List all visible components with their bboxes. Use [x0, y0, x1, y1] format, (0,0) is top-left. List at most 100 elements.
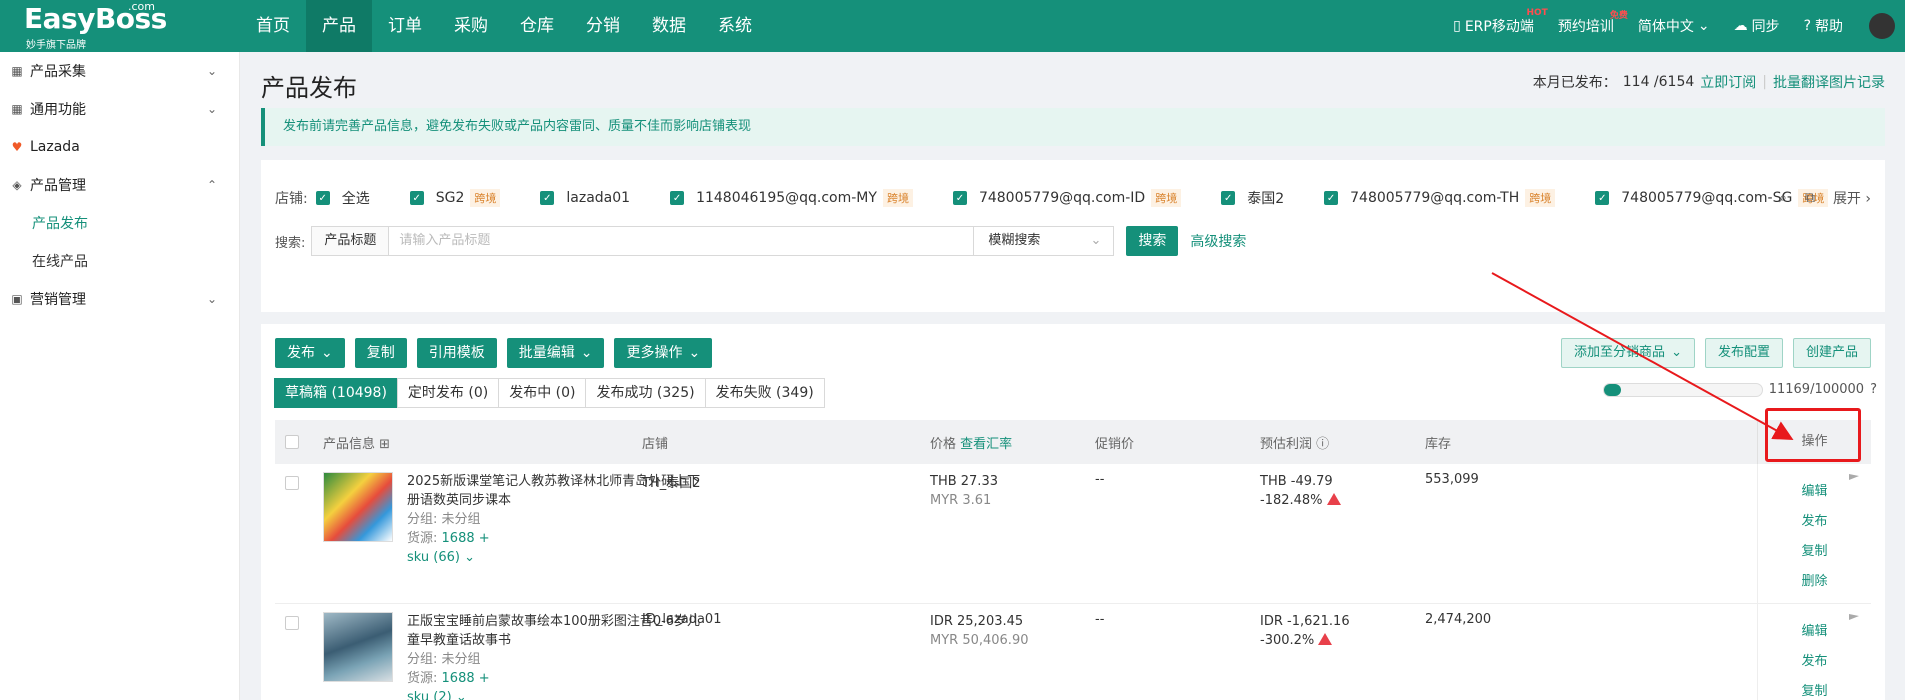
sidebar-item-label: 通用功能	[30, 102, 86, 118]
store-checkbox[interactable]: ✓ 泰国2	[1221, 188, 1284, 208]
more-actions-button[interactable]: 更多操作 ⌄	[614, 338, 713, 368]
edit-button[interactable]: 编辑	[1801, 480, 1827, 499]
chevron-down-icon: ⌄	[1090, 233, 1102, 248]
add-distribution-label: 添加至分销商品	[1574, 345, 1666, 360]
publish-config-button[interactable]: 发布配置	[1704, 338, 1783, 368]
store-checkbox[interactable]: ✓ lazada01	[540, 190, 630, 206]
copy-button[interactable]: 复制	[354, 338, 407, 368]
search-input[interactable]: 请输入产品标题	[389, 226, 975, 256]
sidebar-item-marketing[interactable]: ▣ 营销管理 ⌄	[0, 280, 239, 318]
training-link[interactable]: 预约培训 免费	[1546, 11, 1628, 36]
sidebar-sub-online[interactable]: 在线产品	[0, 242, 239, 280]
store-name: 748005779@qq.com-SG	[1621, 190, 1793, 206]
nav-data[interactable]: 数据	[636, 0, 702, 52]
search-button[interactable]: 搜索	[1126, 226, 1179, 256]
nav-distribution[interactable]: 分销	[570, 0, 636, 52]
select-all-checkbox[interactable]	[285, 435, 299, 453]
store-checkbox[interactable]: ✓ 1148046195@qq.com-MY 跨境	[670, 189, 913, 207]
delete-button[interactable]: 删除	[1801, 570, 1827, 589]
brand-com: .com	[128, 0, 155, 13]
publish-button[interactable]: 发布	[1801, 650, 1827, 669]
row-promo: --	[1095, 472, 1105, 487]
nav-warehouse[interactable]: 仓库	[504, 0, 570, 52]
tab-scheduled[interactable]: 定时发布 (0)	[396, 378, 500, 408]
chevron-down-icon: ⌄	[455, 690, 467, 700]
annotation-highlight-box	[1765, 408, 1861, 462]
create-product-button[interactable]: 创建产品	[1792, 338, 1871, 368]
row-checkbox[interactable]	[285, 616, 299, 634]
warning-icon	[1326, 493, 1341, 505]
store-checkbox[interactable]: ✓ SG2 跨境	[409, 189, 501, 207]
advanced-search-link[interactable]: 高级搜索	[1190, 231, 1246, 251]
sidebar-item-product-mgmt[interactable]: ◈ 产品管理 ⌃	[0, 166, 239, 204]
price-secondary: MYR 3.61	[930, 493, 992, 508]
search-field-select[interactable]: 产品标题	[311, 226, 390, 256]
nav-product[interactable]: 产品	[306, 0, 372, 52]
subscribe-link[interactable]: 立即订阅	[1700, 72, 1756, 92]
publish-dropdown-button[interactable]: 发布 ⌄	[275, 338, 345, 368]
exchange-rate-link[interactable]: 查看汇率	[960, 437, 1012, 452]
plus-icon[interactable]: +	[479, 671, 490, 686]
row-checkbox[interactable]	[285, 476, 299, 494]
expand-button[interactable]: 展开 ›	[1833, 188, 1871, 208]
erp-mobile-link[interactable]: ▯ ERP移动端 HOT	[1441, 8, 1548, 36]
row-store: ID_lazada01	[642, 612, 722, 627]
nav-purchase[interactable]: 采购	[438, 0, 504, 52]
expand-icon[interactable]: ⊞	[379, 437, 390, 452]
group-label: 分组:	[407, 652, 438, 667]
profit-percent: -300.2%	[1260, 633, 1315, 648]
copy-button[interactable]: 复制	[1801, 680, 1827, 699]
store-checkbox[interactable]: ✓ 748005779@qq.com-TH 跨境	[1324, 189, 1556, 207]
nav-home[interactable]: 首页	[240, 0, 306, 52]
source-label: 货源:	[407, 671, 438, 686]
checkbox	[285, 476, 299, 490]
product-thumbnail[interactable]	[323, 472, 393, 542]
product-thumbnail[interactable]	[323, 612, 393, 682]
sync-button[interactable]: ☁ 同步	[1722, 16, 1792, 36]
chevron-down-icon: ⌄	[580, 345, 593, 361]
chevron-down-icon: ⌄	[1671, 345, 1682, 360]
nav-orders[interactable]: 订单	[372, 0, 438, 52]
sidebar-item-lazada[interactable]: ♥ Lazada	[0, 128, 239, 166]
copy-button[interactable]: 复制	[1801, 540, 1827, 559]
column-label: 产品信息	[323, 437, 376, 452]
avatar[interactable]	[1869, 13, 1895, 39]
grid-icon: ▦	[11, 64, 23, 78]
more-actions-label: 更多操作	[626, 345, 683, 361]
batch-edit-label: 批量编辑	[518, 345, 575, 361]
sidebar-item-collect[interactable]: ▦ 产品采集 ⌄	[0, 52, 239, 90]
tab-success[interactable]: 发布成功 (325)	[585, 378, 706, 408]
store-select-all[interactable]: ✓ 全选	[315, 188, 370, 208]
batch-edit-button[interactable]: 批量编辑 ⌄	[506, 338, 605, 368]
tab-drafts[interactable]: 草稿箱 (10498)	[274, 378, 398, 408]
edit-button[interactable]: 编辑	[1801, 620, 1827, 639]
logo[interactable]: EasyBoss .com 妙手旗下品牌	[0, 0, 240, 52]
flag-icon[interactable]	[1849, 474, 1859, 480]
chevron-down-icon: ⌄	[206, 292, 217, 306]
help-button[interactable]: ? 帮助	[1792, 16, 1855, 36]
source-link[interactable]: 1688	[442, 671, 475, 686]
search-mode-select[interactable]: 模糊搜索 ⌄	[974, 226, 1115, 256]
store-checkbox[interactable]: ✓ 748005779@qq.com-ID 跨境	[952, 189, 1182, 207]
help-icon[interactable]: ?	[1870, 382, 1877, 397]
help-icon[interactable]: ⓘ	[1316, 437, 1329, 452]
search-icon[interactable]: ⌕	[1779, 190, 1787, 206]
cross-border-tag: 跨境	[1525, 189, 1556, 207]
sku-toggle[interactable]: sku (2) ⌄	[407, 688, 707, 700]
batch-translate-link[interactable]: 批量翻译图片记录	[1773, 72, 1885, 92]
sidebar-sub-publish[interactable]: 产品发布	[0, 204, 239, 242]
language-select[interactable]: 简体中文 ⌄	[1626, 16, 1722, 36]
group-label: 分组:	[407, 512, 438, 527]
publish-button[interactable]: 发布	[1801, 510, 1827, 529]
add-distribution-button[interactable]: 添加至分销商品 ⌄	[1561, 338, 1695, 368]
sku-toggle[interactable]: sku (66) ⌄	[407, 548, 707, 567]
quota-bar-fill	[1603, 383, 1622, 396]
nav-system[interactable]: 系统	[702, 0, 768, 52]
tab-publishing[interactable]: 发布中 (0)	[498, 378, 587, 408]
plus-icon[interactable]: +	[479, 531, 490, 546]
tab-failed[interactable]: 发布失败 (349)	[704, 378, 825, 408]
copy-icon[interactable]: ⧉	[1805, 190, 1815, 206]
source-link[interactable]: 1688	[442, 531, 475, 546]
sidebar-item-common[interactable]: ▦ 通用功能 ⌄	[0, 90, 239, 128]
template-button[interactable]: 引用模板	[416, 338, 497, 368]
